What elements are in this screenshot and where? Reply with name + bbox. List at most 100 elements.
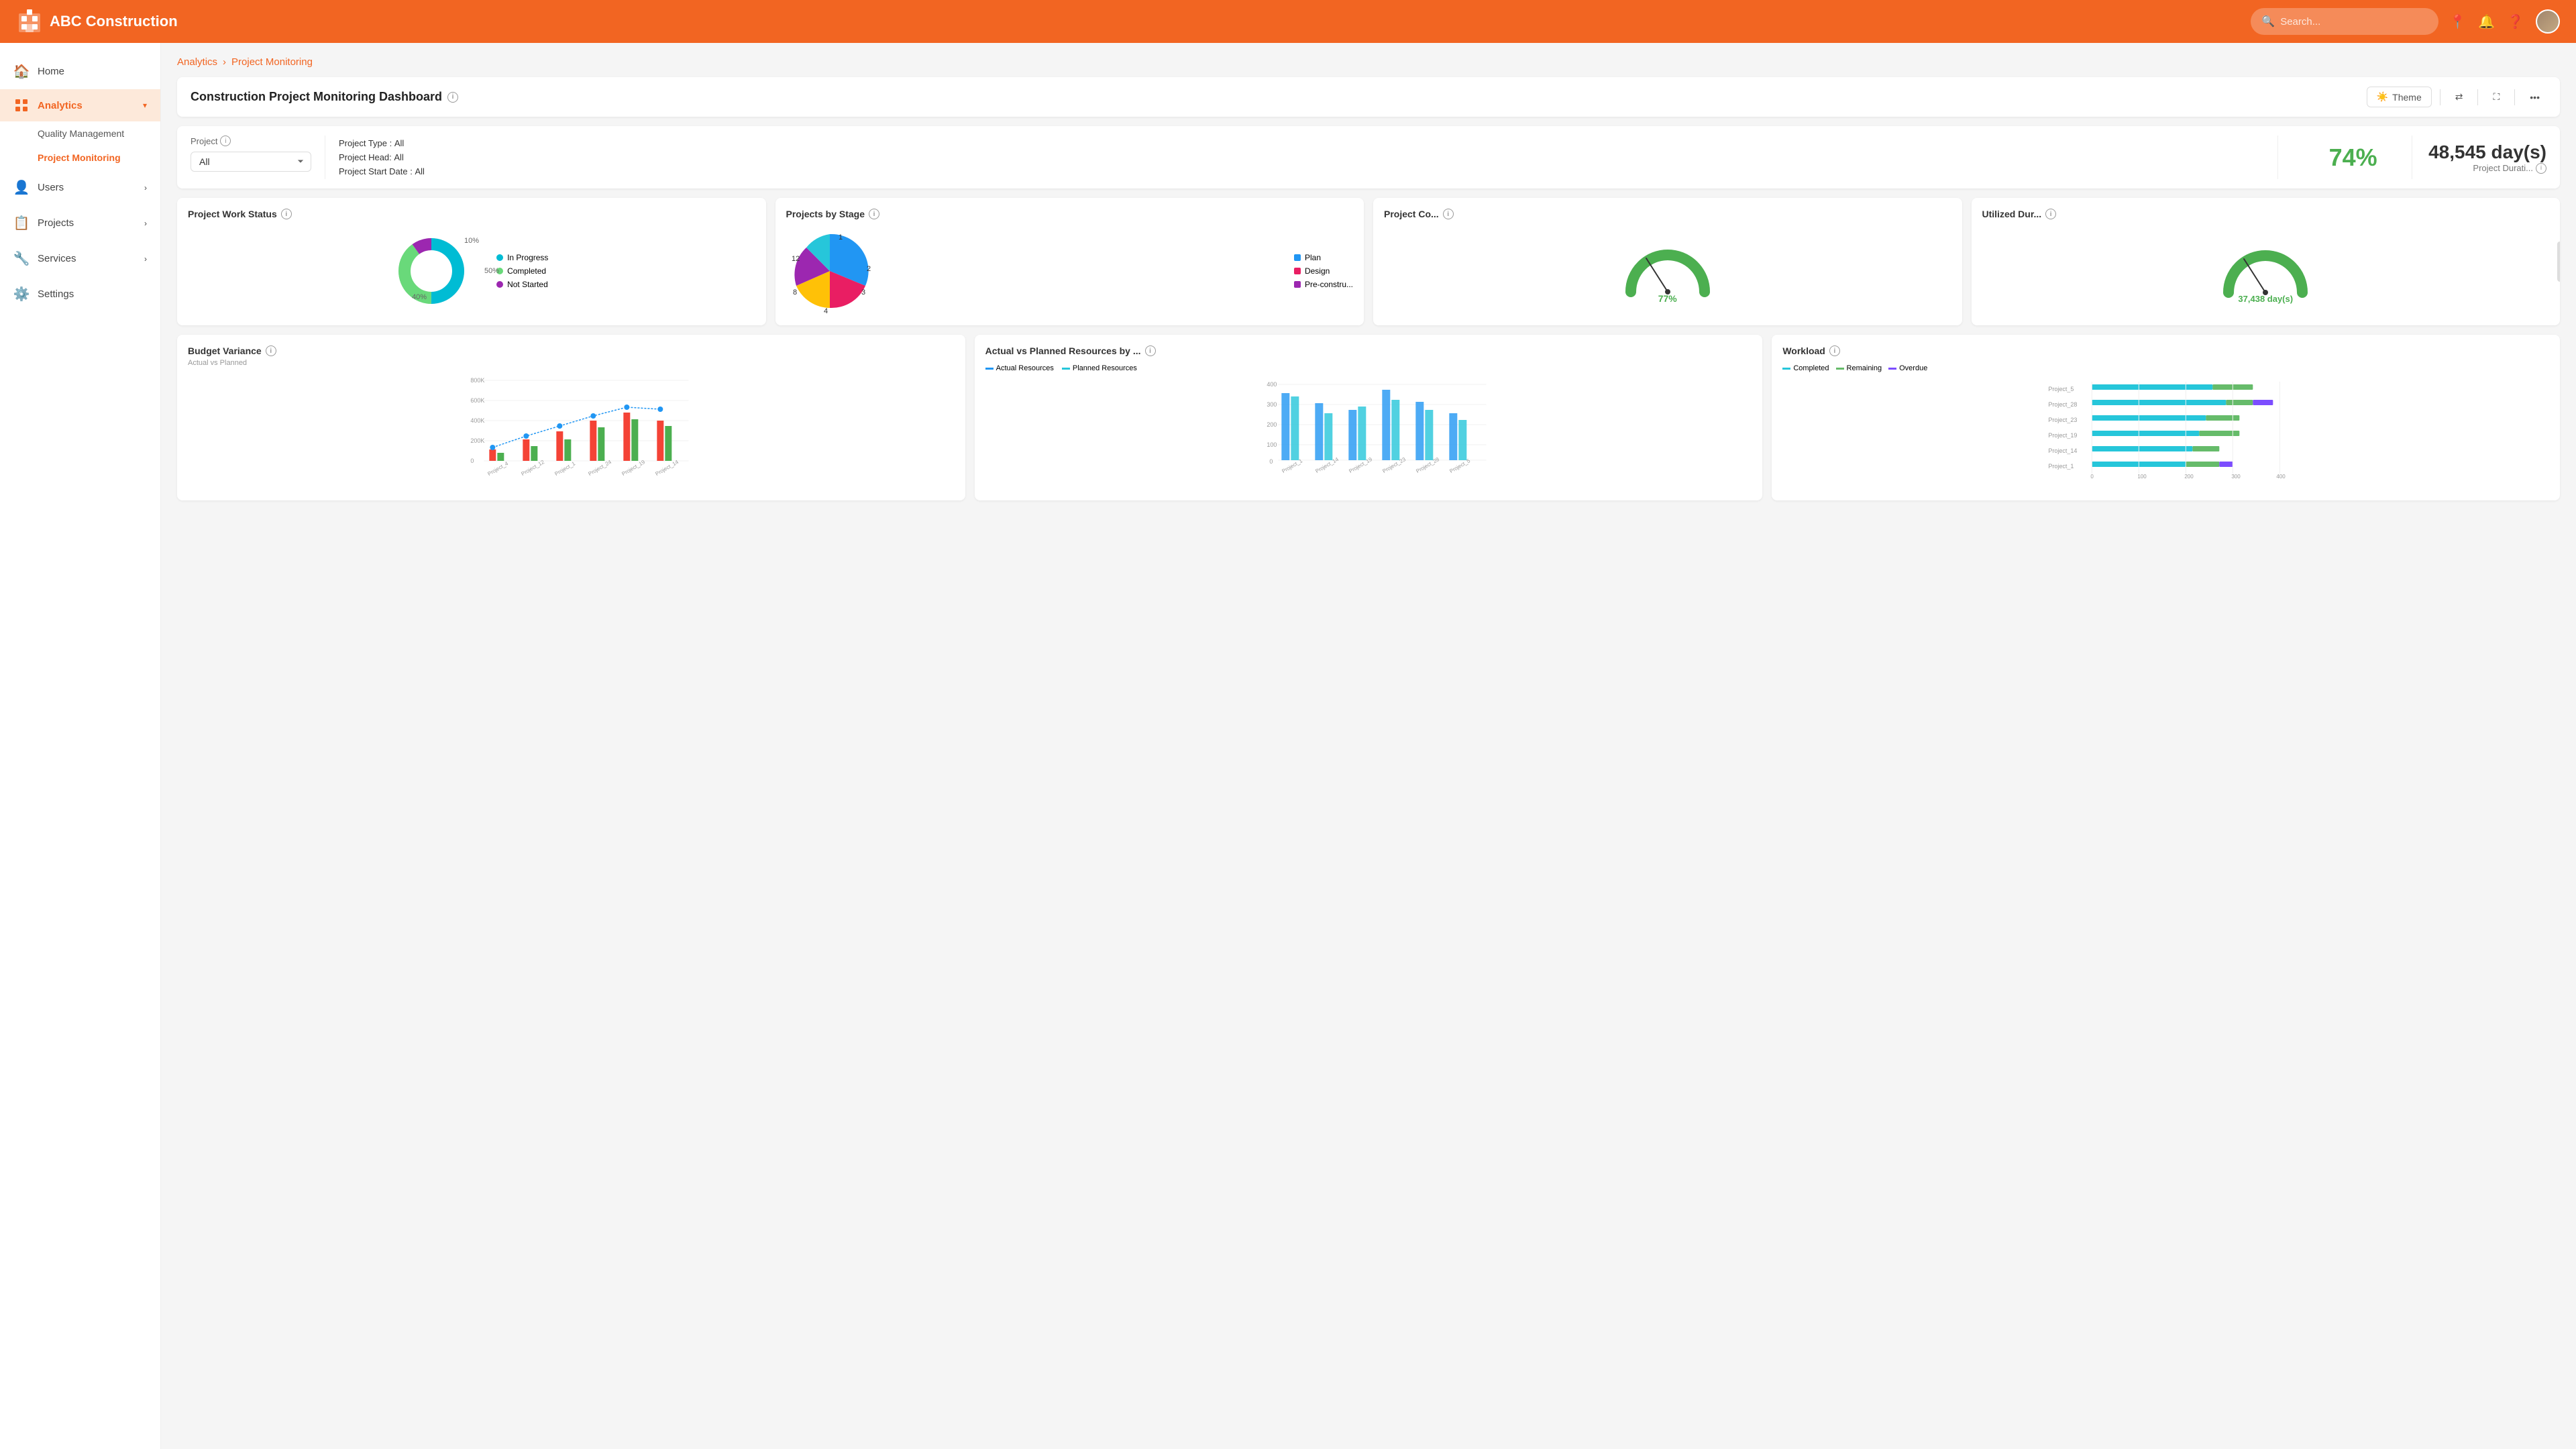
charts-row-1: Project Work Status i [177, 198, 2560, 325]
search-icon: 🔍 [2261, 15, 2275, 28]
project-completion-title: Project Co... i [1384, 209, 1951, 219]
wrench-icon: 🔧 [13, 250, 30, 267]
page-title-text: Construction Project Monitoring Dashboar… [191, 90, 442, 104]
legend-completed: Completed [496, 266, 548, 276]
completion-metric: 74% [2277, 136, 2412, 179]
sidebar-item-services[interactable]: 🔧 Services › [0, 241, 160, 276]
sidebar-item-analytics-label: Analytics [38, 100, 83, 111]
search-bar[interactable]: 🔍 [2251, 8, 2438, 35]
project-filter-col: Project i All [191, 136, 311, 179]
label-10pct: 10% [464, 237, 479, 245]
sidebar-item-home-label: Home [38, 66, 64, 77]
analytics-chevron-icon: ▾ [143, 101, 147, 110]
svg-text:600K: 600K [470, 397, 484, 404]
sidebar-item-settings[interactable]: ⚙️ Settings [0, 276, 160, 312]
workload-chart: Workload i Completed Remaining Overdue [1772, 335, 2560, 500]
work-status-title: Project Work Status i [188, 209, 755, 219]
budget-variance-chart: Budget Variance i Actual vs Planned 800K… [177, 335, 965, 500]
by-stage-title: Projects by Stage i [786, 209, 1354, 219]
breadcrumb-analytics[interactable]: Analytics [177, 56, 217, 68]
legend-wl-completed: Completed [1782, 364, 1829, 372]
legend-wl-overdue: Overdue [1888, 364, 1927, 372]
actual-vs-planned-info-icon[interactable]: i [1145, 345, 1156, 356]
budget-variance-subtitle: Actual vs Planned [188, 359, 955, 367]
pie-label-12: 12 [792, 255, 800, 263]
page-title: Construction Project Monitoring Dashboar… [191, 90, 458, 104]
gauge-svg-2 [2218, 239, 2312, 299]
svg-text:200: 200 [1267, 421, 1277, 428]
donut-chart: 10% 40% 50% In Progress Completed [188, 227, 755, 315]
label-50pct: 50% [484, 267, 499, 275]
in-progress-dot [496, 254, 503, 261]
project-completion-info-icon[interactable]: i [1443, 209, 1454, 219]
sun-icon: ☀️ [2377, 91, 2388, 103]
project-monitoring-label: Project Monitoring [38, 152, 121, 163]
project-start-filter: Project Start Date : All [339, 166, 2277, 176]
project-filter-info[interactable]: i [220, 136, 231, 146]
gauge-duration: 37,438 day(s) [1982, 227, 2550, 315]
svg-text:Project_24: Project_24 [587, 459, 612, 477]
actual-planned-svg: 400 300 200 100 0 [985, 376, 1752, 480]
quality-management-label: Quality Management [38, 128, 124, 139]
sidebar-item-home[interactable]: 🏠 Home [0, 54, 160, 89]
sidebar-item-users[interactable]: 👤 Users › [0, 170, 160, 205]
svg-text:Project_5: Project_5 [2049, 386, 2074, 392]
legend-not-started: Not Started [496, 280, 548, 289]
sidebar-item-services-label: Services [38, 253, 76, 264]
project-completion-chart: Project Co... i 77% [1373, 198, 1962, 325]
not-started-dot [496, 281, 503, 288]
svg-text:Project_14: Project_14 [654, 459, 680, 477]
pie-label-4: 4 [824, 307, 828, 315]
app-logo: ABC Construction [16, 8, 2240, 35]
workload-info-icon[interactable]: i [1829, 345, 1840, 356]
sidebar-item-projects-label: Projects [38, 217, 74, 229]
breadcrumb: Analytics › Project Monitoring [177, 56, 2560, 68]
more-button[interactable]: ••• [2523, 88, 2546, 107]
legend-plan: Plan [1294, 253, 1353, 262]
app-name: ABC Construction [50, 13, 178, 30]
wl-overdue-line [1888, 368, 1896, 370]
days-label: Project Durati... i [2473, 163, 2546, 174]
project-filter-label: Project i [191, 136, 311, 146]
location-icon[interactable]: 📍 [2449, 13, 2466, 30]
sidebar-item-projects[interactable]: 📋 Projects › [0, 205, 160, 241]
work-status-info-icon[interactable]: i [281, 209, 292, 219]
search-input[interactable] [2280, 16, 2428, 28]
theme-button[interactable]: ☀️ Theme [2367, 87, 2432, 107]
sidebar-item-project-monitoring[interactable]: Project Monitoring [38, 146, 160, 170]
legend-wl-remaining: Remaining [1836, 364, 1882, 372]
pie-legend: Plan Design Pre-constru... [1294, 253, 1353, 289]
svg-text:Project_28: Project_28 [2049, 401, 2078, 408]
grid-icon [13, 99, 30, 112]
work-status-chart: Project Work Status i [177, 198, 766, 325]
project-head-filter: Project Head: All [339, 152, 2277, 162]
completion-percent: 74% [2329, 144, 2377, 172]
days-info-icon[interactable]: i [2536, 163, 2546, 174]
wl-remaining-line [1836, 368, 1844, 370]
utilized-duration-title: Utilized Dur... i [1982, 209, 2550, 219]
svg-text:400K: 400K [470, 417, 484, 424]
expand-icon: ⛶ [2493, 91, 2500, 103]
page-title-info-icon[interactable]: i [447, 92, 458, 103]
legend-in-progress: In Progress [496, 253, 548, 262]
users-icon: 👤 [13, 179, 30, 196]
avatar[interactable] [2536, 9, 2560, 34]
actual-vs-planned-chart: Actual vs Planned Resources by ... i Act… [975, 335, 1763, 500]
sidebar-item-quality-management[interactable]: Quality Management [38, 121, 160, 146]
share-button[interactable]: ⇄ [2449, 87, 2470, 107]
bell-icon[interactable]: 🔔 [2478, 13, 2495, 30]
by-stage-info-icon[interactable]: i [869, 209, 879, 219]
expand-button[interactable]: ⛶ [2486, 87, 2506, 107]
utilized-duration-info-icon[interactable]: i [2045, 209, 2056, 219]
svg-text:Project_19: Project_19 [621, 459, 646, 477]
breadcrumb-project-monitoring: Project Monitoring [231, 56, 313, 68]
sidebar-item-analytics[interactable]: Analytics ▾ [0, 89, 160, 121]
svg-text:200K: 200K [470, 437, 484, 444]
filter-row: Project i All Project Type : All Project… [177, 126, 2560, 189]
budget-variance-info-icon[interactable]: i [266, 345, 276, 356]
svg-text:300: 300 [1267, 401, 1277, 408]
scroll-indicator[interactable] [2557, 241, 2560, 282]
help-icon[interactable]: ❓ [2507, 13, 2524, 30]
project-filter-select[interactable]: All [191, 152, 311, 172]
svg-text:100: 100 [1267, 441, 1277, 448]
